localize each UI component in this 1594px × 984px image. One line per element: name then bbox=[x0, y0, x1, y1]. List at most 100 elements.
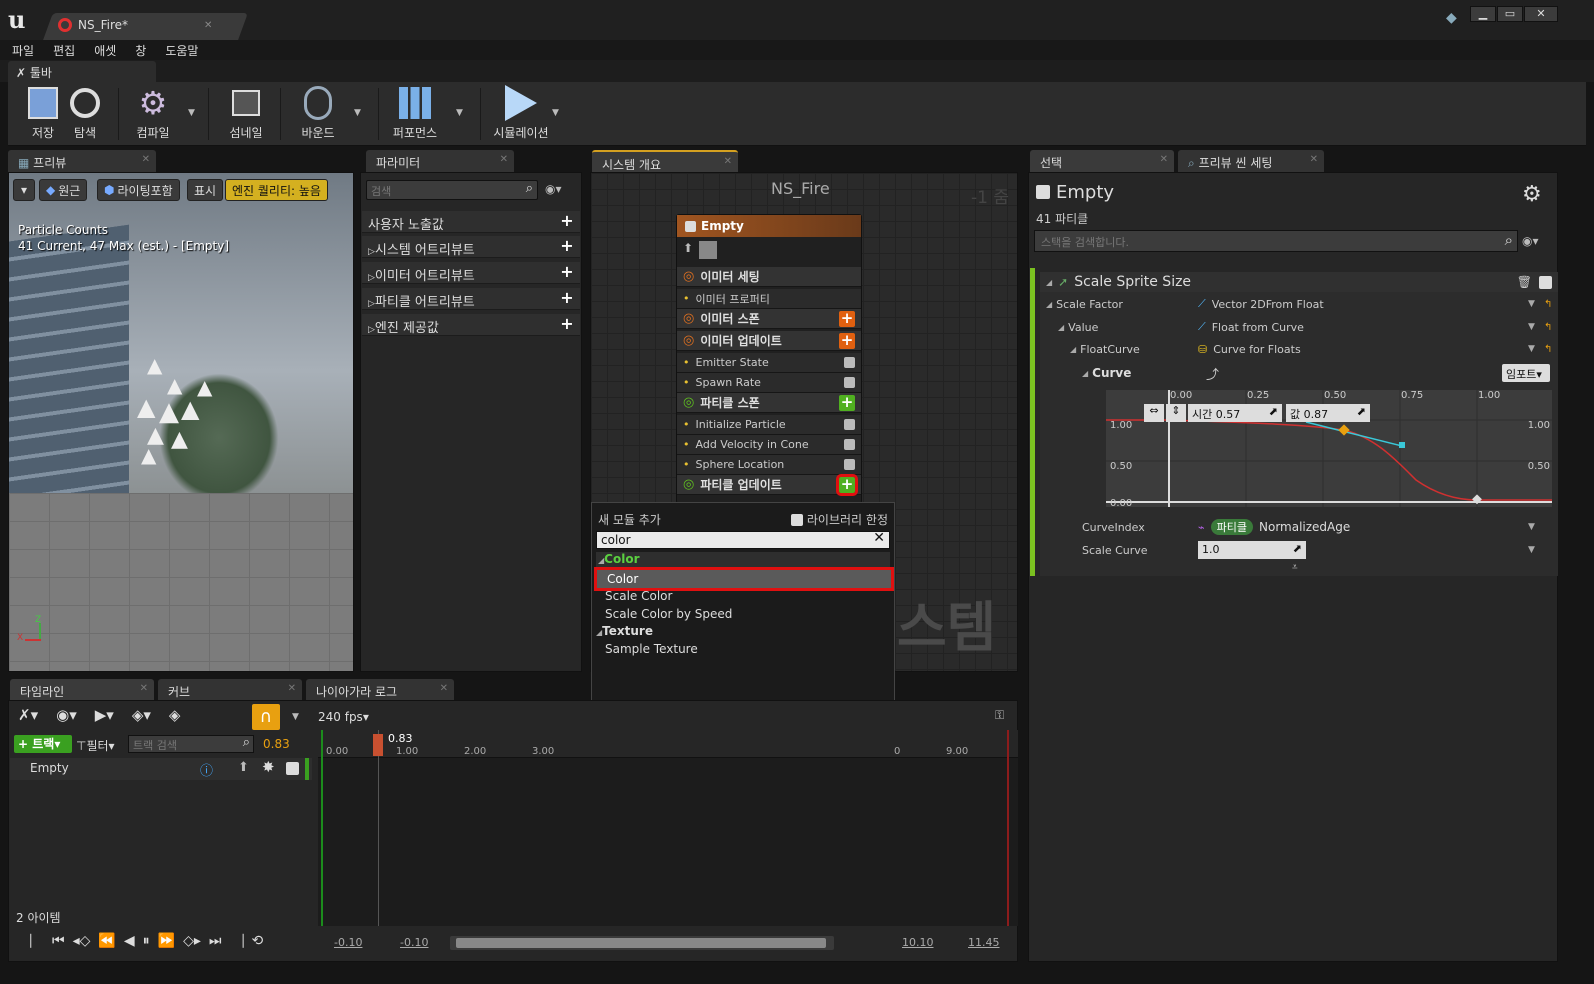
scale-factor-value[interactable]: ⟋ Vector 2DFrom Float ▼ ↰ bbox=[1198, 294, 1552, 314]
add-module-button[interactable]: + bbox=[836, 473, 858, 496]
next-frame-icon[interactable]: ⏭ bbox=[209, 933, 222, 949]
param-emitter-attributes[interactable]: ▷이미터 어트리뷰트 + bbox=[362, 262, 580, 284]
curve-editor[interactable]: 0.00 0.25 0.50 0.75 1.00 1.00 0.50 0.00 … bbox=[1106, 390, 1552, 507]
range-start-value-2[interactable]: -0.10 bbox=[400, 936, 428, 949]
compile-button[interactable]: ⚙ 컴파일 bbox=[118, 82, 188, 146]
thumbnail-button[interactable]: 섬네일 bbox=[211, 82, 281, 146]
fps-dropdown[interactable]: 240 fps▾ bbox=[318, 710, 369, 724]
module-header[interactable]: ◢ ➚ Scale Sprite Size 🗑 bbox=[1040, 272, 1558, 292]
node-row-2[interactable]: ◎ 이미터 스폰 + bbox=[677, 309, 861, 329]
bounds-options-icon[interactable]: ▼ bbox=[354, 108, 361, 118]
minimize-button[interactable]: ▁ bbox=[1470, 6, 1496, 22]
param-system-attributes[interactable]: ▷시스템 어트리뷰트 + bbox=[362, 236, 580, 258]
learn-icon[interactable]: ◆ bbox=[1446, 10, 1457, 26]
node-row-1[interactable]: • 이미터 프로퍼티 bbox=[677, 289, 861, 309]
close-icon[interactable]: ✕ bbox=[288, 683, 296, 694]
module-enable-checkbox[interactable] bbox=[844, 357, 855, 368]
node-row-3[interactable]: ◎ 이미터 업데이트 + bbox=[677, 331, 861, 351]
timeline-track-area[interactable]: 0.83 0.00 1.00 2.00 3.00 0 9.00 bbox=[318, 730, 1018, 926]
track-row[interactable]: Empty ⓘ ⬆ ✸ bbox=[10, 758, 312, 780]
module-enable-checkbox[interactable] bbox=[844, 377, 855, 388]
tab-parameters[interactable]: 파라미터 ✕ bbox=[366, 150, 514, 172]
add-track-button[interactable]: + 트랙▾ bbox=[14, 735, 72, 753]
emitter-node[interactable]: Empty ⬆ ◎ 이미터 세팅 • 이미터 프로퍼티 ◎ 이미터 스폰 + ◎ 이미터 업데이… bbox=[676, 214, 862, 504]
add-icon[interactable]: + bbox=[560, 238, 574, 254]
close-icon[interactable]: ✕ bbox=[440, 683, 448, 694]
menu-window[interactable]: 창 bbox=[123, 40, 153, 60]
show-button[interactable]: 표시 bbox=[187, 179, 224, 201]
menu-asset[interactable]: 애셋 bbox=[82, 40, 123, 60]
prev-key-icon[interactable]: ◂◇ bbox=[73, 933, 91, 949]
reset-icon[interactable]: ↰ bbox=[1544, 299, 1552, 310]
eye-icon[interactable]: ◉▾ bbox=[56, 706, 77, 724]
next-key-icon[interactable]: ◇▸ bbox=[183, 933, 201, 949]
value-field[interactable]: 값 0.87 ⬈ bbox=[1286, 404, 1370, 422]
module-item-color[interactable]: Color bbox=[594, 567, 894, 591]
stack-search-input[interactable]: 스택을 검색합니다. ⌕ bbox=[1034, 230, 1518, 252]
category-color[interactable]: ◢Color bbox=[596, 552, 890, 568]
tab-selection[interactable]: 선택 ✕ bbox=[1030, 150, 1174, 172]
browse-button[interactable]: 탐색 bbox=[50, 82, 120, 146]
enable-checkbox[interactable] bbox=[685, 220, 696, 232]
module-enable-checkbox[interactable] bbox=[844, 459, 855, 470]
node-row-10[interactable]: ◎ 파티클 업데이트 + bbox=[677, 473, 861, 496]
close-icon[interactable]: ✕ bbox=[140, 683, 148, 694]
step-forward-icon[interactable]: ⏩ bbox=[158, 933, 175, 949]
add-icon[interactable]: + bbox=[560, 264, 574, 280]
visibility-eye-icon[interactable]: ◉▾ bbox=[545, 182, 562, 196]
close-icon[interactable]: ✕ bbox=[1310, 154, 1318, 165]
play-options-icon[interactable]: ▶▾ bbox=[95, 706, 114, 724]
fit-horizontal-button[interactable]: ⇔ bbox=[1144, 404, 1164, 422]
node-row-8[interactable]: • Add Velocity in Cone bbox=[677, 435, 861, 455]
clear-search-icon[interactable]: ✕ bbox=[873, 530, 885, 546]
filter-button[interactable]: ⊤필터▾ bbox=[76, 737, 115, 754]
category-texture[interactable]: ◢Texture bbox=[596, 624, 653, 638]
close-tab-icon[interactable]: ✕ bbox=[204, 20, 212, 31]
pause-icon[interactable]: ⏸ bbox=[143, 933, 150, 949]
more-options-icon[interactable]: ⩡ bbox=[1292, 562, 1298, 573]
range-end-value[interactable]: 10.10 bbox=[902, 936, 934, 949]
reset-icon[interactable]: ↰ bbox=[1544, 322, 1552, 333]
time-field[interactable]: 시간 0.57 ⬈ bbox=[1188, 404, 1282, 422]
scrollbar-thumb[interactable] bbox=[456, 938, 826, 948]
param-user-exposed[interactable]: 사용자 노출값 + bbox=[362, 211, 580, 233]
wrench-icon[interactable]: ✗▾ bbox=[18, 706, 38, 724]
loop-icon[interactable]: ⟲ bbox=[251, 933, 263, 949]
add-icon[interactable]: + bbox=[560, 213, 574, 229]
performance-button[interactable]: 퍼포먼스 bbox=[380, 82, 450, 146]
close-window-button[interactable]: ✕ bbox=[1524, 6, 1558, 22]
module-enable-checkbox[interactable] bbox=[844, 439, 855, 450]
tab-curve[interactable]: 커브 ✕ bbox=[158, 679, 302, 701]
keyframe-icon[interactable]: ◈ bbox=[169, 706, 181, 724]
node-row-0[interactable]: ◎ 이미터 세팅 bbox=[677, 267, 861, 287]
tab-system-overview[interactable]: 시스템 개요 ✕ bbox=[592, 150, 738, 172]
key-icon[interactable]: ◈▾ bbox=[132, 706, 151, 724]
toolbar-tab[interactable]: ✗ 툴바 bbox=[8, 61, 156, 82]
lock-icon[interactable]: ⚿ bbox=[995, 708, 1004, 723]
param-engine-provided[interactable]: ▷엔진 제공값 + bbox=[362, 314, 580, 336]
delete-icon[interactable]: 🗑 bbox=[1517, 275, 1532, 289]
viewport-options-button[interactable]: ▾ bbox=[13, 179, 35, 201]
module-item-sample-texture[interactable]: Sample Texture bbox=[605, 642, 698, 656]
reset-icon[interactable]: ↰ bbox=[1544, 344, 1552, 355]
menu-help[interactable]: 도움말 bbox=[153, 40, 205, 60]
menu-file[interactable]: 파일 bbox=[0, 40, 41, 60]
compile-options-icon[interactable]: ▼ bbox=[188, 108, 195, 118]
tab-niagara-log[interactable]: 나이아가라 로그 ✕ bbox=[306, 679, 454, 701]
menu-edit[interactable]: 편집 bbox=[41, 40, 82, 60]
snap-button[interactable]: ∩ bbox=[252, 704, 280, 730]
bounds-button[interactable]: 바운드 bbox=[283, 82, 353, 146]
parameters-search-input[interactable]: 검색 ⌕ bbox=[366, 180, 538, 200]
add-icon[interactable]: + bbox=[560, 316, 574, 332]
module-enable-checkbox[interactable] bbox=[1539, 275, 1552, 289]
emitter-node-header[interactable]: Empty bbox=[677, 215, 861, 237]
engine-quality-button[interactable]: 엔진 퀄리티: 높음 bbox=[225, 179, 328, 201]
module-search-input[interactable]: color ✕ bbox=[596, 530, 890, 549]
visibility-eye-icon[interactable]: ◉▾ bbox=[1522, 234, 1539, 248]
simulation-button[interactable]: 시뮬레이션 bbox=[486, 82, 556, 146]
add-module-button[interactable]: + bbox=[839, 332, 855, 349]
perspective-button[interactable]: ◆ 원근 bbox=[39, 179, 88, 201]
renderer-thumbnail-icon[interactable] bbox=[699, 241, 718, 259]
pin-icon[interactable]: ⬆ bbox=[238, 760, 249, 775]
node-row-9[interactable]: • Sphere Location bbox=[677, 455, 861, 475]
